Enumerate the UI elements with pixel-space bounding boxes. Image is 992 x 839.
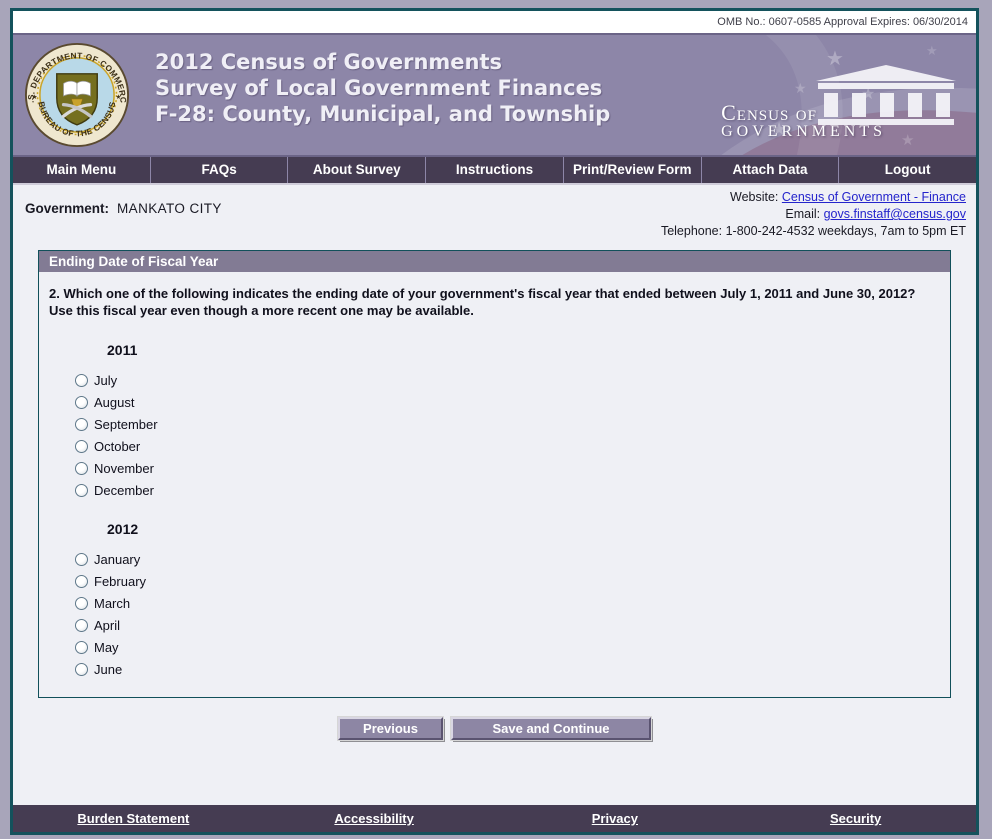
month-label: August (94, 395, 135, 410)
month-label: July (94, 373, 118, 388)
contact-info: Website: Census of Government - Finance … (661, 189, 966, 240)
radio-november-2011[interactable] (75, 462, 88, 475)
government-value: MANKATO CITY (117, 201, 222, 216)
footer-link-security[interactable]: Security (735, 811, 976, 826)
month-label: December (94, 483, 154, 498)
website-link[interactable]: Census of Government - Finance (782, 190, 966, 204)
nav-item-faqs[interactable]: FAQs (151, 157, 289, 183)
header-title-line3: F-28: County, Municipal, and Township (155, 102, 611, 126)
month-option-november-2011[interactable]: November (75, 461, 950, 476)
footer-link-burden-statement[interactable]: Burden Statement (13, 811, 254, 826)
nav-item-instructions[interactable]: Instructions (426, 157, 564, 183)
button-row: Previous Save and Continue (13, 716, 976, 741)
svg-text:★: ★ (32, 93, 38, 101)
nav-item-print-review-form[interactable]: Print/Review Form (564, 157, 702, 183)
header-title-line1: 2012 Census of Governments (155, 50, 503, 74)
month-label: September (94, 417, 158, 432)
nav-bar: Main Menu FAQs About Survey Instructions Pri… (13, 157, 976, 185)
radio-october-2011[interactable] (75, 440, 88, 453)
website-label: Website: (730, 190, 782, 204)
month-label: March (94, 596, 131, 611)
radio-june-2012[interactable] (75, 663, 88, 676)
month-groups: 2011 July August September October November De… (39, 342, 950, 677)
question-text: 2. Which one of the following indicates … (49, 286, 916, 318)
temple-columns-icon (816, 65, 956, 125)
radio-august-2011[interactable] (75, 396, 88, 409)
svg-text:★: ★ (926, 43, 938, 58)
year-heading-2012: 2012 (107, 521, 139, 537)
nav-item-logout[interactable]: Logout (839, 157, 976, 183)
radio-may-2012[interactable] (75, 641, 88, 654)
header-right-panel: ★ ★ ★ ★ ★ ★ Census of Governments (676, 35, 976, 155)
government-line: Government: MANKATO CITY (25, 189, 222, 240)
government-label: Government: (25, 201, 110, 216)
telephone-line: Telephone: 1-800-242-4532 weekdays, 7am … (660, 224, 966, 238)
website-line: Website: Census of Government - Finance (661, 189, 966, 206)
month-label: February (94, 574, 147, 589)
radio-march-2012[interactable] (75, 597, 88, 610)
month-option-june-2012[interactable]: June (75, 662, 950, 677)
month-option-september-2011[interactable]: September (75, 417, 950, 432)
year-heading-2011: 2011 (107, 342, 138, 358)
month-label: April (94, 618, 121, 633)
radio-july-2011[interactable] (75, 374, 88, 387)
month-option-february-2012[interactable]: February (75, 574, 950, 589)
content-box: Ending Date of Fiscal Year 2. Which one … (38, 250, 951, 698)
month-option-january-2012[interactable]: January (75, 552, 950, 567)
census-of-governments-logo: Census of Governments (721, 65, 962, 141)
header-titles: 2012 Census of Governments Survey of Loc… (155, 49, 610, 127)
radio-january-2012[interactable] (75, 553, 88, 566)
save-and-continue-button[interactable]: Save and Continue (450, 716, 652, 741)
footer-bar: Burden Statement Accessibility Privacy Secu… (13, 805, 976, 832)
month-label: November (94, 461, 154, 476)
month-option-march-2012[interactable]: March (75, 596, 950, 611)
app-header: U.S. DEPARTMENT OF COMMERCE BUREAU OF TH… (13, 33, 976, 157)
month-label: October (94, 439, 141, 454)
month-label: January (94, 552, 141, 567)
omb-bar: OMB No.: 0607-0585 Approval Expires: 06/… (13, 11, 976, 33)
omb-text: OMB No.: 0607-0585 Approval Expires: 06/… (717, 16, 968, 28)
previous-button[interactable]: Previous (337, 716, 444, 741)
info-row: Government: MANKATO CITY Website: Census … (13, 185, 976, 240)
month-label: June (94, 662, 123, 677)
month-option-december-2011[interactable]: December (75, 483, 950, 498)
email-link[interactable]: govs.finstaff@census.gov (824, 207, 966, 221)
header-title-line2: Survey of Local Government Finances (155, 76, 603, 100)
radio-february-2012[interactable] (75, 575, 88, 588)
email-line: Email: govs.finstaff@census.gov (661, 206, 966, 223)
footer-link-privacy[interactable]: Privacy (495, 811, 736, 826)
section-title-bar: Ending Date of Fiscal Year (39, 251, 950, 272)
email-label: Email: (785, 207, 824, 221)
month-option-may-2012[interactable]: May (75, 640, 950, 655)
nav-item-attach-data[interactable]: Attach Data (702, 157, 840, 183)
month-option-october-2011[interactable]: October (75, 439, 950, 454)
department-of-commerce-seal-icon: U.S. DEPARTMENT OF COMMERCE BUREAU OF TH… (24, 42, 130, 148)
page-content: Government: MANKATO CITY Website: Census … (13, 185, 976, 805)
radio-december-2011[interactable] (75, 484, 88, 497)
month-option-july-2011[interactable]: July (75, 373, 950, 388)
radio-september-2011[interactable] (75, 418, 88, 431)
footer-link-accessibility[interactable]: Accessibility (254, 811, 495, 826)
svg-text:★: ★ (116, 93, 122, 101)
month-label: May (94, 640, 119, 655)
nav-item-about-survey[interactable]: About Survey (288, 157, 427, 183)
month-list-2012: January February March April May June (39, 552, 950, 677)
app-window: OMB No.: 0607-0585 Approval Expires: 06/… (10, 8, 979, 835)
month-option-april-2012[interactable]: April (75, 618, 950, 633)
month-option-august-2011[interactable]: August (75, 395, 950, 410)
radio-april-2012[interactable] (75, 619, 88, 632)
nav-item-main-menu[interactable]: Main Menu (13, 157, 151, 183)
month-list-2011: July August September October November Decemb… (39, 373, 950, 498)
